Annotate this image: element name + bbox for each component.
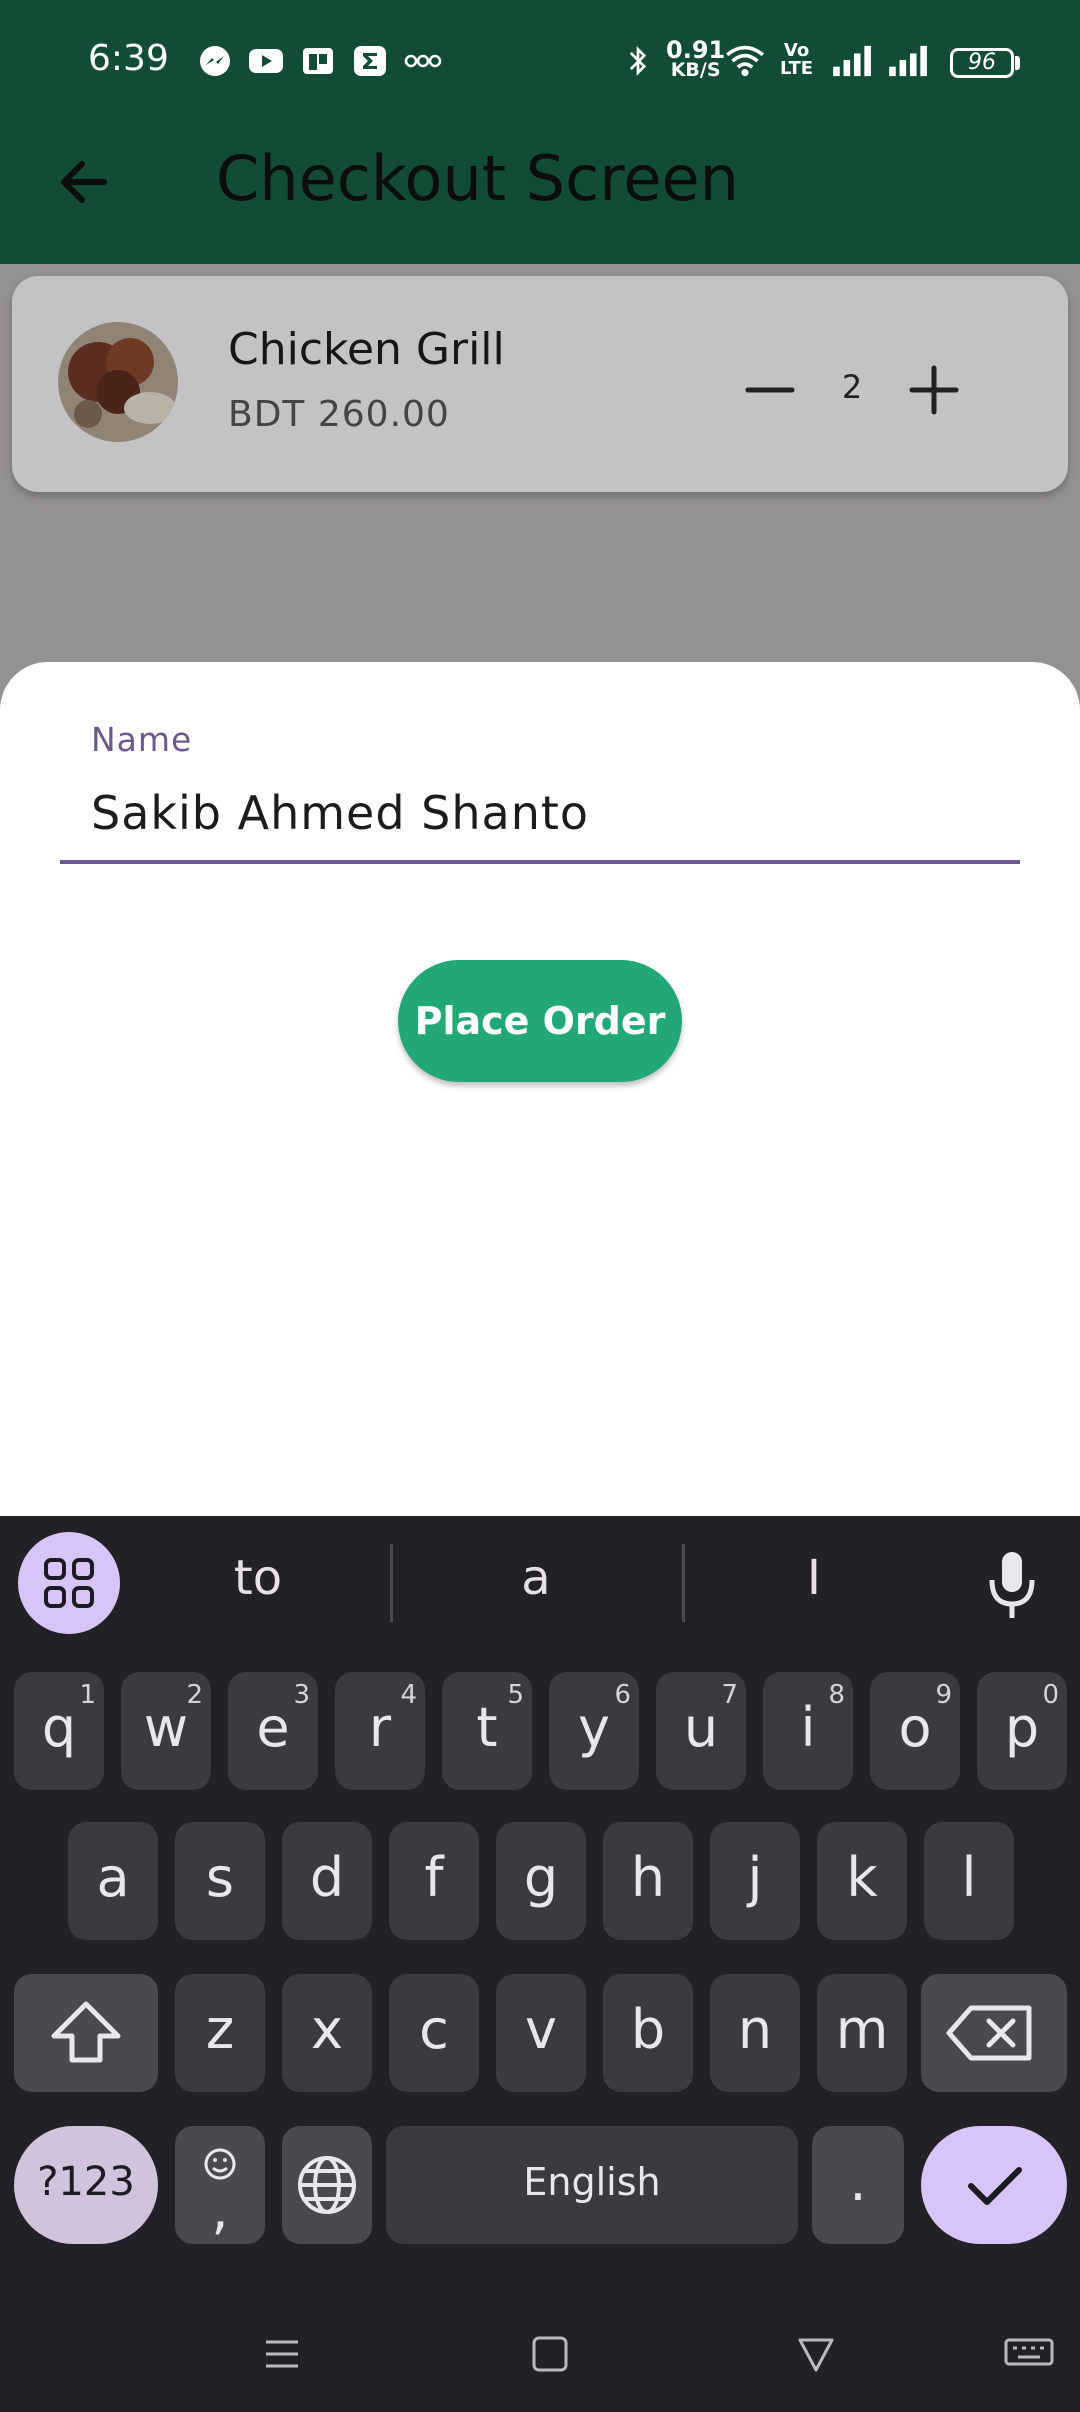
- network-speed: 0.91 KB/S: [666, 36, 726, 81]
- enter-key[interactable]: [921, 2126, 1067, 2244]
- name-field-label: Name: [91, 720, 193, 759]
- key-c[interactable]: c: [389, 1974, 479, 2092]
- key-j[interactable]: j: [710, 1822, 800, 1940]
- name-field-underline: [60, 860, 1020, 864]
- key-m[interactable]: m: [817, 1974, 907, 2092]
- decrease-quantity-button[interactable]: [740, 360, 800, 420]
- network-speed-unit: KB/S: [670, 59, 721, 81]
- apps-grid-icon: [44, 1558, 94, 1608]
- name-field[interactable]: Sakib Ahmed Shanto: [91, 786, 589, 840]
- backspace-icon: [946, 2005, 1032, 2061]
- menu-nav-icon[interactable]: [260, 2332, 304, 2376]
- key-d[interactable]: d: [282, 1822, 372, 1940]
- bluetooth-icon: [629, 46, 647, 76]
- battery-nub: [1015, 56, 1020, 70]
- status-time: 6:39: [88, 38, 169, 79]
- volte-bottom: LTE: [780, 58, 814, 79]
- key-n[interactable]: n: [710, 1974, 800, 2092]
- battery-indicator: 96: [950, 48, 1014, 78]
- keyboard-hide-icon[interactable]: [1004, 2332, 1054, 2376]
- food-thumbnail: [58, 322, 178, 442]
- increase-quantity-button[interactable]: [904, 360, 964, 420]
- globe-icon: [298, 2156, 356, 2214]
- keyboard-menu-button[interactable]: [18, 1532, 120, 1634]
- backspace-key[interactable]: [921, 1974, 1067, 2092]
- emoji-comma-key[interactable]: ,: [175, 2126, 265, 2244]
- key-q[interactable]: q1: [14, 1672, 104, 1790]
- key-x[interactable]: x: [282, 1974, 372, 2092]
- item-price: BDT 260.00: [228, 394, 450, 435]
- signal-strength-2-icon: [889, 45, 927, 77]
- key-t[interactable]: t5: [442, 1672, 532, 1790]
- check-icon: [968, 2167, 1022, 2205]
- more-notifications-icon: [404, 54, 442, 68]
- cart-item-card: Chicken Grill BDT 260.00 2: [12, 276, 1068, 492]
- microphone-icon[interactable]: [980, 1546, 1044, 1622]
- key-a[interactable]: a: [68, 1822, 158, 1940]
- key-v[interactable]: v: [496, 1974, 586, 2092]
- symbols-key[interactable]: ?123: [14, 2126, 158, 2244]
- key-f[interactable]: f: [389, 1822, 479, 1940]
- key-s[interactable]: s: [175, 1822, 265, 1940]
- key-r[interactable]: r4: [335, 1672, 425, 1790]
- app-bar: 6:39 0.91 KB/S Vo LTE 96 Checkout Screen: [0, 0, 1080, 264]
- shift-key[interactable]: [14, 1974, 158, 2092]
- app-notification-icon: [303, 48, 333, 74]
- soft-keyboard: to a I q1 w2 e3 r4 t5 y6 u7 i8 o9 p0 a s…: [0, 1516, 1080, 2412]
- key-i[interactable]: i8: [763, 1672, 853, 1790]
- item-name: Chicken Grill: [228, 324, 505, 375]
- key-z[interactable]: z: [175, 1974, 265, 2092]
- home-nav-icon[interactable]: [528, 2332, 572, 2376]
- period-key[interactable]: .: [812, 2126, 904, 2244]
- key-k[interactable]: k: [817, 1822, 907, 1940]
- wifi-icon: [725, 45, 765, 77]
- suggestion-divider: [390, 1544, 393, 1622]
- key-l[interactable]: l: [924, 1822, 1014, 1940]
- language-key[interactable]: [282, 2126, 372, 2244]
- key-y[interactable]: y6: [549, 1672, 639, 1790]
- key-u[interactable]: u7: [656, 1672, 746, 1790]
- shift-icon: [51, 2001, 121, 2063]
- network-speed-value: 0.91: [666, 36, 726, 64]
- order-bottom-sheet: Name Sakib Ahmed Shanto Place Order: [0, 662, 1080, 1522]
- key-g[interactable]: g: [496, 1822, 586, 1940]
- volte-indicator: Vo LTE: [780, 42, 813, 78]
- suggestion-3[interactable]: I: [754, 1550, 874, 1606]
- youtube-icon: [249, 49, 283, 73]
- back-nav-icon[interactable]: [794, 2332, 838, 2376]
- key-e[interactable]: e3: [228, 1672, 318, 1790]
- quantity-value: 2: [841, 368, 863, 406]
- key-h[interactable]: h: [603, 1822, 693, 1940]
- place-order-button[interactable]: Place Order: [398, 960, 682, 1082]
- key-b[interactable]: b: [603, 1974, 693, 2092]
- page-title: Checkout Screen: [216, 142, 739, 215]
- arrow-back-icon[interactable]: [52, 150, 116, 214]
- system-nav-bar: [0, 2292, 1080, 2412]
- messenger-icon: [200, 46, 230, 76]
- suggestion-1[interactable]: to: [198, 1550, 318, 1606]
- key-o[interactable]: o9: [870, 1672, 960, 1790]
- key-p[interactable]: p0: [977, 1672, 1067, 1790]
- key-w[interactable]: w2: [121, 1672, 211, 1790]
- status-bar: 6:39 0.91 KB/S Vo LTE 96: [0, 0, 1080, 120]
- suggestion-divider: [682, 1544, 685, 1622]
- space-key[interactable]: English: [386, 2126, 798, 2244]
- signal-strength-icon: [833, 45, 871, 77]
- suggestion-2[interactable]: a: [476, 1550, 596, 1606]
- sigma-app-icon: [354, 46, 386, 76]
